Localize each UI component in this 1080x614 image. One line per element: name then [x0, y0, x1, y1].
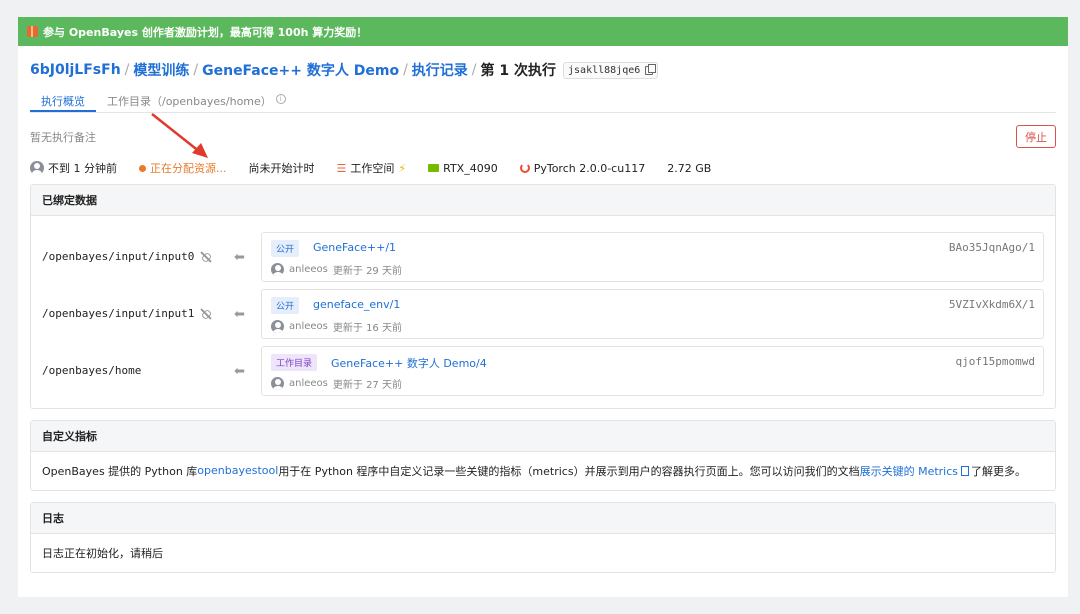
execution-note[interactable]: 暂无执行备注: [30, 129, 96, 145]
dataset-user: anleeos: [289, 378, 328, 389]
bound-row: /openbayes/input/input0 ⬅ 公开 GeneFace++/…: [31, 232, 1057, 282]
copy-icon[interactable]: [645, 66, 653, 75]
avatar: [30, 161, 44, 175]
breadcrumb-training[interactable]: 模型训练: [133, 60, 189, 80]
dataset-updated: 更新于 27 天前: [333, 376, 402, 391]
arrow-left-icon: ⬅: [234, 364, 245, 379]
dataset-item[interactable]: 工作目录 GeneFace++ 数字人 Demo/4 qjof15pmomwd …: [261, 346, 1044, 396]
info-icon[interactable]: i: [276, 94, 286, 104]
doc-icon: [961, 466, 969, 476]
mount-path: /openbayes/home: [42, 364, 141, 377]
nvidia-icon: [428, 164, 439, 172]
dataset-updated: 更新于 29 天前: [333, 262, 402, 277]
mount-path: /openbayes/input/input1: [42, 307, 212, 320]
dataset-id: BAo35JqnAgo/1: [949, 241, 1035, 254]
arrow-left-icon: ⬅: [234, 307, 245, 322]
banner-text: 参与 OpenBayes 创作者激励计划，最高可得 100h 算力奖励！: [43, 24, 367, 40]
tab-overview[interactable]: 执行概览: [30, 90, 96, 112]
bound-row: /openbayes/input/input1 ⬅ 公开 geneface_en…: [31, 289, 1057, 339]
dataset-id: 5VZIvXkdm6X/1: [949, 298, 1035, 311]
bound-data-card: 已绑定数据 /openbayes/input/input0 ⬅ 公开 GeneF…: [30, 184, 1056, 409]
status-workspace: 工作空间: [350, 160, 394, 176]
status-size: 2.72 GB: [667, 162, 711, 175]
dataset-updated: 更新于 16 天前: [333, 319, 402, 334]
page: 参与 OpenBayes 创作者激励计划，最高可得 100h 算力奖励！ 6bJ…: [18, 17, 1068, 597]
bolt-icon: ⚡: [398, 162, 406, 175]
execution-hash: jsakll88jqe6: [563, 62, 658, 79]
unlink-icon[interactable]: [200, 308, 212, 320]
workdir-badge: 工作目录: [271, 354, 317, 371]
arrow-left-icon: ⬅: [234, 250, 245, 265]
stop-button[interactable]: 停止: [1016, 125, 1056, 148]
bound-row: /openbayes/home ⬅ 工作目录 GeneFace++ 数字人 De…: [31, 346, 1057, 396]
avatar: [271, 263, 284, 276]
dataset-item[interactable]: 公开 geneface_env/1 5VZIvXkdm6X/1 anleeos 更…: [261, 289, 1044, 339]
metrics-title: 自定义指标: [31, 421, 1055, 452]
tab-workdir[interactable]: 工作目录（/openbayes/home） i: [96, 90, 297, 112]
logs-card: 日志 日志正在初始化，请稍后: [30, 502, 1056, 573]
execution-hash-text: jsakll88jqe6: [568, 65, 640, 76]
logs-text: 日志正在初始化，请稍后: [31, 534, 1055, 571]
openbayestool-link[interactable]: openbayestool: [197, 464, 278, 477]
breadcrumb-project[interactable]: 6bJ0ljLFsFh: [30, 62, 121, 78]
unlink-icon[interactable]: [200, 251, 212, 263]
avatar: [271, 320, 284, 333]
logs-title: 日志: [31, 503, 1055, 534]
status-dot-icon: [139, 165, 146, 172]
dataset-id: qjof15pmomwd: [956, 355, 1035, 368]
workspace-icon: ☰: [337, 162, 347, 175]
avatar: [271, 377, 284, 390]
breadcrumb: 6bJ0ljLFsFh / 模型训练 / GeneFace++ 数字人 Demo…: [30, 60, 658, 80]
promo-banner[interactable]: 参与 OpenBayes 创作者激励计划，最高可得 100h 算力奖励！: [18, 17, 1068, 46]
dataset-name[interactable]: GeneFace++ 数字人 Demo/4: [331, 355, 487, 371]
dataset-name[interactable]: geneface_env/1: [313, 298, 400, 311]
status-bar: 不到 1 分钟前 正在分配资源... 尚未开始计时 ☰工作空间 ⚡ RTX_409…: [30, 160, 733, 176]
status-gpu: RTX_4090: [443, 162, 498, 175]
public-badge: 公开: [271, 240, 299, 257]
dataset-user: anleeos: [289, 264, 328, 275]
dataset-item[interactable]: 公开 GeneFace++/1 BAo35JqnAgo/1 anleeos 更新于…: [261, 232, 1044, 282]
breadcrumb-current: 第 1 次执行: [481, 60, 557, 80]
bound-data-title: 已绑定数据: [31, 185, 1055, 216]
mount-path: /openbayes/input/input0: [42, 250, 212, 263]
breadcrumb-records[interactable]: 执行记录: [412, 60, 468, 80]
dataset-name[interactable]: GeneFace++/1: [313, 241, 396, 254]
status-time: 不到 1 分钟前: [48, 160, 117, 176]
metrics-card: 自定义指标 OpenBayes 提供的 Python 库 openbayesto…: [30, 420, 1056, 491]
breadcrumb-job[interactable]: GeneFace++ 数字人 Demo: [202, 60, 399, 80]
tab-bar: 执行概览 工作目录（/openbayes/home） i: [30, 90, 1056, 113]
status-timer: 尚未开始计时: [249, 160, 315, 176]
metrics-description: OpenBayes 提供的 Python 库 openbayestool 用于在…: [31, 452, 1055, 489]
dataset-user: anleeos: [289, 321, 328, 332]
status-framework: PyTorch 2.0.0-cu117: [534, 162, 646, 175]
public-badge: 公开: [271, 297, 299, 314]
pytorch-icon: [520, 163, 530, 173]
gift-icon: [27, 26, 38, 37]
metrics-doc-link[interactable]: 展示关键的 Metrics: [860, 463, 958, 479]
status-state: 正在分配资源...: [150, 160, 227, 176]
